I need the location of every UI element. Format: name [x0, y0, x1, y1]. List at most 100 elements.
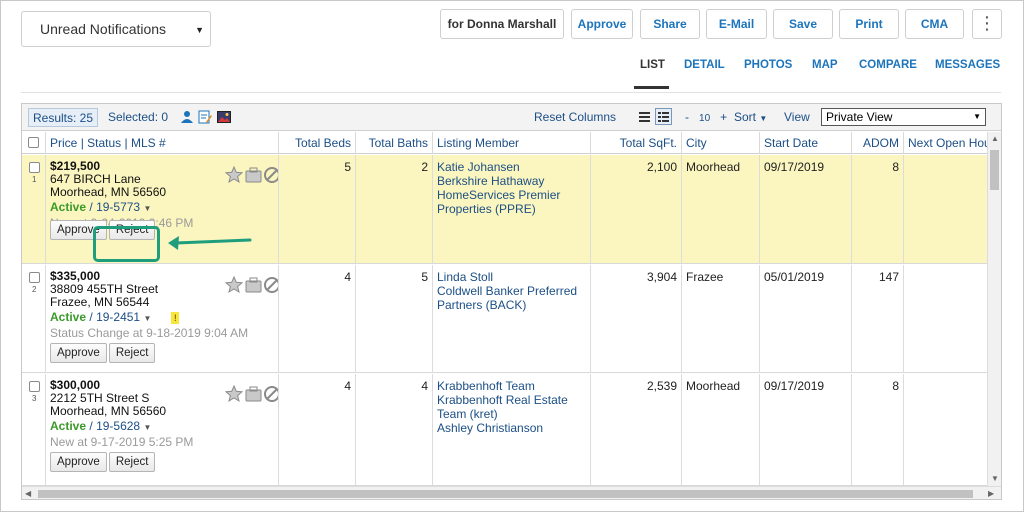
alert-flag-icon: ! — [171, 311, 180, 324]
scroll-arrow-icon[interactable]: ▲ — [991, 134, 999, 143]
scroll-arrow-icon[interactable]: ◀ — [25, 489, 31, 498]
horizontal-scroll-thumb[interactable] — [38, 490, 973, 498]
cma-button[interactable]: CMA — [905, 9, 964, 39]
more-vertical-icon[interactable]: ⋮ — [972, 9, 1002, 39]
list-view-icon[interactable] — [636, 108, 653, 125]
column-header-status[interactable]: Status — [87, 136, 121, 150]
status-badge: Active — [50, 419, 87, 433]
ban-icon[interactable] — [264, 386, 279, 402]
column-header-price[interactable]: Price — [50, 136, 77, 150]
chevron-down-icon: ▼ — [973, 112, 981, 121]
column-header-member[interactable]: Listing Member — [433, 132, 591, 154]
page-size-increase[interactable]: + — [720, 110, 727, 124]
briefcase-icon[interactable] — [245, 167, 262, 183]
mls-number-link[interactable]: 19-5628 — [96, 419, 140, 433]
column-separator: | — [124, 136, 128, 150]
reject-listing-button[interactable]: Reject — [108, 343, 156, 363]
ban-icon[interactable] — [264, 167, 279, 183]
column-header-baths[interactable]: Total Baths — [356, 132, 433, 154]
row-number: 1 — [32, 175, 37, 184]
start-date-cell: 09/17/2019 — [760, 374, 852, 485]
tab-messages[interactable]: MESSAGES — [935, 59, 1000, 71]
member-line[interactable]: Berkshire Hathaway — [437, 174, 586, 188]
chevron-down-icon[interactable]: ▼ — [143, 204, 151, 213]
tab-compare[interactable]: COMPARE — [859, 59, 917, 71]
tab-photos[interactable]: PHOTOS — [744, 59, 792, 71]
view-select[interactable]: Private View ▼ — [821, 108, 986, 126]
notification-note: Status Change at 9-18-2019 9:04 AM — [50, 326, 249, 340]
column-header-start-date[interactable]: Start Date — [760, 132, 852, 154]
sqft-cell: 2,539 — [591, 374, 682, 485]
member-line[interactable]: Partners (BACK) — [437, 298, 586, 312]
person-icon[interactable] — [180, 110, 194, 124]
print-button[interactable]: Print — [839, 9, 899, 39]
beds-cell: 5 — [279, 155, 356, 263]
photo-icon[interactable] — [217, 110, 231, 124]
city-cell: Frazee — [682, 265, 760, 372]
column-header-mls[interactable]: MLS # — [131, 136, 166, 150]
approve-listing-button[interactable]: Approve — [50, 452, 107, 472]
status-separator: / — [89, 310, 93, 324]
tab-map[interactable]: MAP — [812, 59, 838, 71]
table-row[interactable]: 2 $335,000 38809 455TH Street Frazee, MN… — [22, 265, 987, 373]
email-button[interactable]: E-Mail — [706, 9, 767, 39]
notes-icon[interactable] — [198, 110, 212, 124]
approve-listing-button[interactable]: Approve — [50, 343, 107, 363]
tab-list[interactable]: LIST — [640, 59, 665, 71]
share-button[interactable]: Share — [640, 9, 700, 39]
listing-summary-cell: $300,000 2212 5TH Street S Moorhead, MN … — [46, 374, 279, 485]
member-line[interactable]: Krabbenhoft Real Estate — [437, 393, 586, 407]
save-button[interactable]: Save — [773, 9, 833, 39]
column-header-beds[interactable]: Total Beds — [279, 132, 356, 154]
notification-filter-dropdown[interactable]: Unread Notifications ▼ — [21, 11, 211, 47]
vertical-scrollbar[interactable]: ▲ ▼ — [987, 132, 1001, 486]
ban-icon[interactable] — [264, 277, 279, 293]
column-header-adom[interactable]: ADOM — [852, 132, 904, 154]
member-line[interactable]: Properties (PPRE) — [437, 202, 586, 216]
member-line[interactable]: Ashley Christianson — [437, 421, 586, 435]
member-line[interactable]: HomeServices Premier — [437, 188, 586, 202]
member-line[interactable]: Coldwell Banker Preferred — [437, 284, 586, 298]
client-button[interactable]: for Donna Marshall — [440, 9, 564, 39]
reset-columns-link[interactable]: Reset Columns — [534, 110, 616, 124]
row-checkbox[interactable] — [29, 272, 40, 283]
tab-detail[interactable]: DETAIL — [684, 59, 725, 71]
table-row[interactable]: 3 $300,000 2212 5TH Street S Moorhead, M… — [22, 374, 987, 486]
page-size-control[interactable]: - 10 + — [685, 110, 727, 124]
horizontal-scrollbar[interactable]: ◀ ▶ — [22, 486, 1001, 499]
member-line[interactable]: Katie Johansen — [437, 160, 586, 174]
column-header-price-status-mls[interactable]: Price | Status | MLS # — [46, 132, 279, 154]
member-line[interactable]: Krabbenhoft Team — [437, 379, 586, 393]
column-header-city[interactable]: City — [682, 132, 760, 154]
mls-number-link[interactable]: 19-5773 — [96, 200, 140, 214]
star-icon[interactable] — [225, 276, 244, 294]
chevron-down-icon[interactable]: ▼ — [143, 423, 151, 432]
sort-label: Sort — [734, 110, 757, 124]
chevron-down-icon[interactable]: ▼ — [143, 314, 151, 323]
row-checkbox[interactable] — [29, 381, 40, 392]
select-all-checkbox[interactable] — [28, 137, 39, 148]
reject-listing-button[interactable]: Reject — [108, 452, 156, 472]
results-count[interactable]: Results: 25 — [28, 108, 99, 127]
grid-view-icon[interactable] — [655, 108, 672, 125]
member-line[interactable]: Team (kret) — [437, 407, 586, 421]
column-header-sqft[interactable]: Total SqFt. — [591, 132, 682, 154]
briefcase-icon[interactable] — [245, 277, 262, 293]
scroll-arrow-icon[interactable]: ▶ — [988, 489, 994, 498]
vertical-scroll-thumb[interactable] — [990, 150, 999, 190]
scroll-arrow-icon[interactable]: ▼ — [991, 474, 999, 483]
member-line[interactable]: Linda Stoll — [437, 270, 586, 284]
approve-button[interactable]: Approve — [571, 9, 633, 39]
briefcase-icon[interactable] — [245, 386, 262, 402]
listing-city-state: Moorhead, MN 56560 — [50, 185, 167, 199]
mls-number-link[interactable]: 19-2451 — [96, 310, 140, 324]
page-size-decrease[interactable]: - — [685, 110, 689, 124]
chevron-down-icon: ▼ — [195, 25, 204, 35]
adom-cell: 8 — [852, 155, 904, 263]
star-icon[interactable] — [225, 385, 244, 403]
row-checkbox[interactable] — [29, 162, 40, 173]
selected-count[interactable]: Selected: 0 — [108, 110, 168, 124]
sort-menu[interactable]: Sort ▼ — [734, 110, 767, 124]
column-header-next-open[interactable]: Next Open Hou — [904, 132, 987, 154]
star-icon[interactable] — [225, 166, 244, 184]
